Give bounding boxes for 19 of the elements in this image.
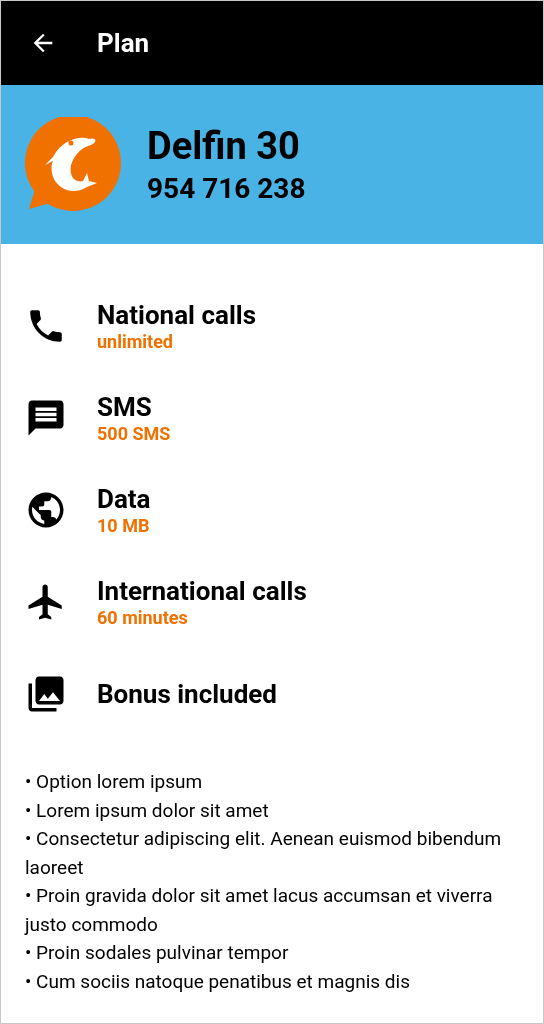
bonus-item: • Lorem ipsum dolor sit amet	[25, 797, 270, 824]
feature-value: 60 minutes	[97, 607, 189, 630]
feature-title: Data	[97, 482, 151, 515]
feature-value: 500 SMS	[97, 423, 171, 446]
feature-title: International calls	[97, 574, 307, 607]
plan-name: Delfin 30	[147, 123, 301, 171]
dolphin-logo-icon	[23, 116, 123, 213]
feature-title: National calls	[97, 298, 257, 331]
app-bar-title: Plan	[97, 26, 150, 60]
phone-number: 954 716 238	[147, 170, 306, 206]
bonus-item: • Option lorem ipsum	[25, 769, 204, 795]
bonus-item: • Proin gravida dolor sit amet lacus accumsan et viverra justo commodo	[25, 883, 494, 938]
bonus-item: • Cum sociis natoque penatibus et magnis dis	[25, 968, 411, 995]
bonus-item: • Proin sodales pulvinar tempor	[25, 940, 290, 966]
feature-value: unlimited	[97, 331, 174, 354]
feature-title: SMS	[97, 390, 153, 423]
feature-title: Bonus included	[97, 677, 277, 711]
feature-value: 10 MB	[97, 515, 151, 538]
bonus-item: • Consectetur adipiscing elit. Aenean euismod bibendum laoreet	[25, 826, 503, 881]
